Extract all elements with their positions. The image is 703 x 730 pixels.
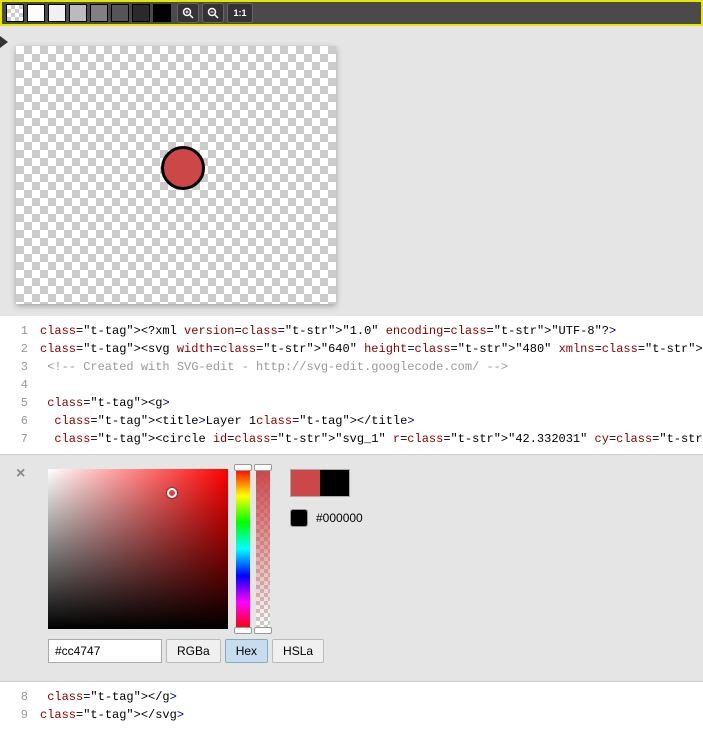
alpha-slider[interactable] xyxy=(256,469,270,629)
swatch-gray1[interactable] xyxy=(48,4,66,22)
mode-rgba-button[interactable]: RGBa xyxy=(166,639,221,663)
drawn-circle[interactable] xyxy=(161,146,205,190)
hue-slider[interactable] xyxy=(236,469,250,629)
canvas-area xyxy=(0,26,703,316)
swatch-gray4[interactable] xyxy=(111,4,129,22)
swatch-white[interactable] xyxy=(27,4,45,22)
swatch-transparent[interactable] xyxy=(6,4,24,22)
preview-old xyxy=(320,470,349,496)
preview-new xyxy=(291,470,320,496)
code-editor[interactable]: 1class="t-tag"><?xml version=class="t-st… xyxy=(0,316,703,454)
svg-canvas[interactable] xyxy=(16,46,336,304)
saturation-value-box[interactable] xyxy=(48,469,228,629)
mode-hex-button[interactable]: Hex xyxy=(225,639,268,663)
zoom-actual-button[interactable]: 1:1 xyxy=(227,3,253,23)
sv-cursor[interactable] xyxy=(167,488,177,498)
hue-handle-top[interactable] xyxy=(234,464,252,471)
hex-input[interactable] xyxy=(48,639,162,663)
hue-handle-bottom[interactable] xyxy=(234,627,252,634)
zoom-out-button[interactable] xyxy=(202,3,224,23)
zoom-in-button[interactable] xyxy=(177,3,199,23)
color-preview xyxy=(290,469,350,497)
swatch-gray5[interactable] xyxy=(132,4,150,22)
code-editor-tail[interactable]: 8 class="t-tag"></g>9class="t-tag"></svg… xyxy=(0,682,703,730)
panel-collapse-icon[interactable] xyxy=(0,36,8,48)
alpha-handle-bottom[interactable] xyxy=(254,627,272,634)
mode-hsla-button[interactable]: HSLa xyxy=(272,639,324,663)
color-picker: × #000000 RGBa Hex HSL xyxy=(0,454,703,682)
close-icon[interactable]: × xyxy=(16,465,25,483)
hex-display-text: #000000 xyxy=(316,511,363,525)
swatch-gray2[interactable] xyxy=(69,4,87,22)
alpha-handle-top[interactable] xyxy=(254,464,272,471)
swatch-black[interactable] xyxy=(153,4,171,22)
toolbar: 1:1 xyxy=(0,0,703,26)
swatch-gray3[interactable] xyxy=(90,4,108,22)
hex-swatch xyxy=(290,509,308,527)
